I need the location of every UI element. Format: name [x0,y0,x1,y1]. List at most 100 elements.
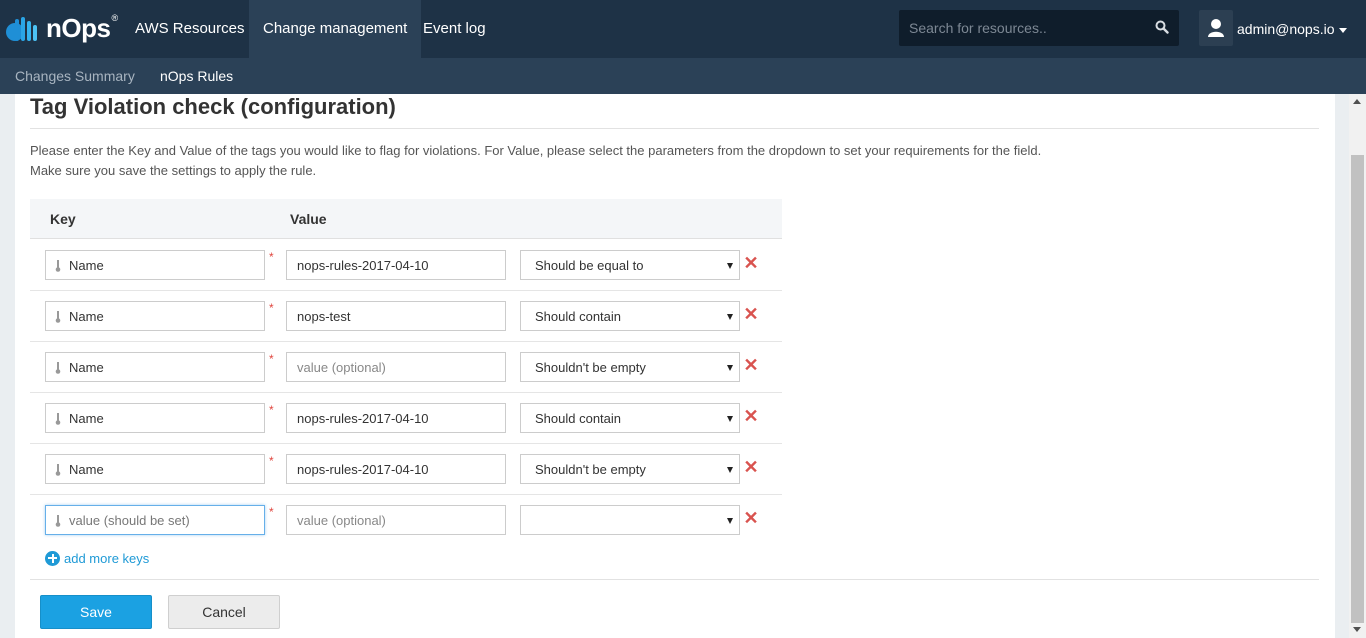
table-row: * Shouldn't be empty ✕ [30,444,782,495]
value-field [286,454,506,484]
table-header: Key Value [30,199,782,239]
scroll-up-arrow-icon[interactable] [1353,99,1361,104]
search-input[interactable] [899,10,1139,46]
table-row: * Should contain ✕ [30,291,782,342]
close-icon[interactable]: ✕ [743,300,759,330]
required-mark: * [269,454,274,468]
value-field [286,352,506,382]
close-icon[interactable]: ✕ [743,504,759,534]
condition-select[interactable]: Should contain [520,403,740,433]
nops-cloud-logo-icon [6,17,37,41]
condition-selected-value: Should contain [535,411,622,426]
description-line-1: Please enter the Key and Value of the ta… [30,143,1042,158]
user-avatar-button[interactable] [1199,10,1233,46]
key-input[interactable] [69,506,259,534]
save-button[interactable]: Save [40,595,152,629]
thermometer-key-icon [55,362,61,374]
condition-selected-value: Should contain [535,309,622,324]
description-line-2: Make sure you save the settings to apply… [30,163,317,178]
value-field [286,301,506,331]
condition-selected-value: Shouldn't be empty [535,360,646,375]
value-input[interactable] [297,455,497,483]
value-input[interactable] [297,353,497,381]
user-email: admin@nops.io [1237,21,1335,37]
user-icon [1208,19,1224,37]
required-mark: * [269,505,274,519]
value-input[interactable] [297,251,497,279]
required-mark: * [269,301,274,315]
value-input[interactable] [297,302,497,330]
key-input[interactable] [69,251,259,279]
value-input[interactable] [297,506,497,534]
nops-logo[interactable]: nOps ® [6,12,118,44]
search-icon[interactable] [1155,20,1169,34]
top-navbar: nOps ® AWS Resources Change management E… [0,0,1366,58]
footer-divider [30,579,1319,580]
sub-navbar: Changes Summary nOps Rules [0,58,1366,94]
nav-event-log[interactable]: Event log [409,0,500,58]
condition-selected-value: Should be equal to [535,258,644,273]
chevron-down-icon [1338,27,1347,33]
condition-select[interactable] [520,505,740,535]
nav-aws-resources[interactable]: AWS Resources [121,0,258,58]
value-field [286,250,506,280]
value-field [286,505,506,535]
close-icon[interactable]: ✕ [743,351,759,381]
value-field [286,403,506,433]
brand-registered-mark: ® [111,13,119,23]
page-description: Please enter the Key and Value of the ta… [30,141,1230,181]
dropdown-caret-icon [727,365,733,371]
key-field [45,352,265,382]
value-input[interactable] [297,404,497,432]
title-divider [30,128,1319,129]
plus-circle-icon [45,550,60,566]
condition-select[interactable]: Shouldn't be empty [520,352,740,382]
required-mark: * [269,403,274,417]
condition-select[interactable]: Shouldn't be empty [520,454,740,484]
dropdown-caret-icon [727,518,733,524]
dropdown-caret-icon [727,263,733,269]
key-input[interactable] [69,353,259,381]
table-row: * ✕ [30,495,782,546]
scroll-down-arrow-icon[interactable] [1353,627,1361,632]
dropdown-caret-icon [727,314,733,320]
thermometer-key-icon [55,260,61,272]
page-title: Tag Violation check (configuration) [30,94,396,119]
table-row: * Should be equal to ✕ [30,240,782,291]
table-row: * Should contain ✕ [30,393,782,444]
close-icon[interactable]: ✕ [743,453,759,483]
table-row: * Shouldn't be empty ✕ [30,342,782,393]
brand-name: nOps [46,12,111,43]
condition-select[interactable]: Should be equal to [520,250,740,280]
column-header-key: Key [50,211,76,227]
condition-selected-value: Shouldn't be empty [535,462,646,477]
key-input[interactable] [69,404,259,432]
subnav-nops-rules[interactable]: nOps Rules [160,58,233,94]
nav-change-management[interactable]: Change management [249,0,422,58]
key-field [45,403,265,433]
thermometer-key-icon [55,464,61,476]
add-more-keys-link[interactable]: add more keys [45,550,149,566]
cancel-button[interactable]: Cancel [168,595,280,629]
dropdown-caret-icon [727,416,733,422]
close-icon[interactable]: ✕ [743,402,759,432]
required-mark: * [269,250,274,264]
key-input[interactable] [69,302,259,330]
column-header-value: Value [290,211,327,227]
required-mark: * [269,352,274,366]
key-field [45,250,265,280]
thermometer-key-icon [55,311,61,323]
dropdown-caret-icon [727,467,733,473]
user-menu[interactable]: admin@nops.io [1237,0,1347,58]
key-input[interactable] [69,455,259,483]
key-field [45,505,265,535]
search-bar [899,10,1179,46]
scrollbar-thumb[interactable] [1351,155,1364,623]
add-more-keys-label: add more keys [64,550,150,566]
thermometer-key-icon [55,413,61,425]
subnav-changes-summary[interactable]: Changes Summary [15,58,135,94]
close-icon[interactable]: ✕ [743,249,759,279]
thermometer-key-icon [55,515,61,527]
key-field [45,301,265,331]
condition-select[interactable]: Should contain [520,301,740,331]
